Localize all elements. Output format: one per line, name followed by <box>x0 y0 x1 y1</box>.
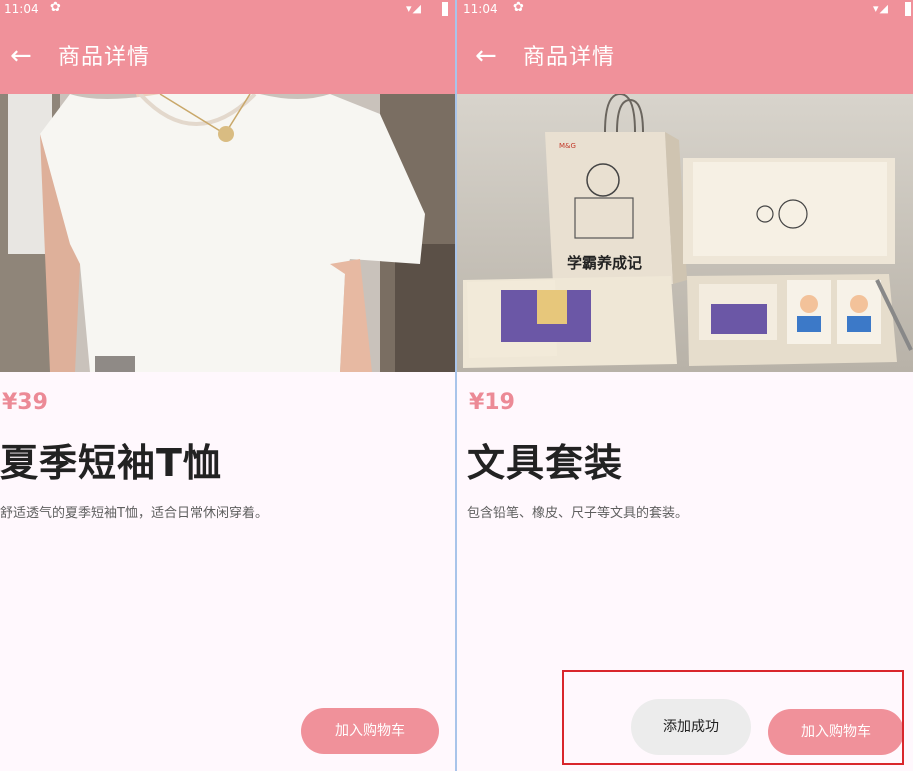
status-bar: 11:04 ✿ ▾◢ <box>0 0 455 18</box>
product-image <box>0 94 455 372</box>
product-description: 舒适透气的夏季短袖T恤，适合日常休闲穿着。 <box>0 506 268 521</box>
battery-icon <box>905 2 911 16</box>
product-price: ¥19 <box>469 390 515 415</box>
page-title: 商品详情 <box>523 45 616 70</box>
app-bar: ← 商品详情 <box>0 18 455 94</box>
status-time: 11:04 <box>463 2 498 16</box>
status-time: 11:04 <box>4 2 39 16</box>
product-name: 文具套装 <box>467 441 624 485</box>
back-arrow-icon[interactable]: ← <box>475 40 505 72</box>
signal-icon: ▾◢ <box>406 2 422 15</box>
box-logo: M&G <box>559 142 576 150</box>
back-arrow-icon[interactable]: ← <box>10 40 40 72</box>
product-price: ¥39 <box>2 390 48 415</box>
status-bar: 11:04 ✿ ▾◢ <box>457 0 913 18</box>
toast-message: 添加成功 <box>631 699 751 755</box>
gear-icon: ✿ <box>50 0 61 15</box>
page-title: 商品详情 <box>58 45 151 70</box>
battery-icon <box>442 2 448 16</box>
add-to-cart-button[interactable]: 加入购物车 <box>301 708 439 754</box>
gear-icon: ✿ <box>513 0 524 15</box>
box-title: 学霸养成记 <box>567 254 642 272</box>
product-image: M&G 学霸养成记 <box>457 94 913 372</box>
add-to-cart-button[interactable]: 加入购物车 <box>768 709 904 755</box>
product-description: 包含铅笔、橡皮、尺子等文具的套装。 <box>467 506 689 521</box>
product-name: 夏季短袖T恤 <box>0 441 222 485</box>
left-screen: 11:04 ✿ ▾◢ ← 商品详情 ¥39 夏季短袖T恤 舒适透气的夏季短袖T恤… <box>0 0 455 771</box>
signal-icon: ▾◢ <box>873 2 889 15</box>
right-screen: 11:04 ✿ ▾◢ ← 商品详情 M&G 学霸养成记 ¥19 文具套装 包含铅… <box>457 0 913 771</box>
app-bar: ← 商品详情 <box>457 18 913 94</box>
